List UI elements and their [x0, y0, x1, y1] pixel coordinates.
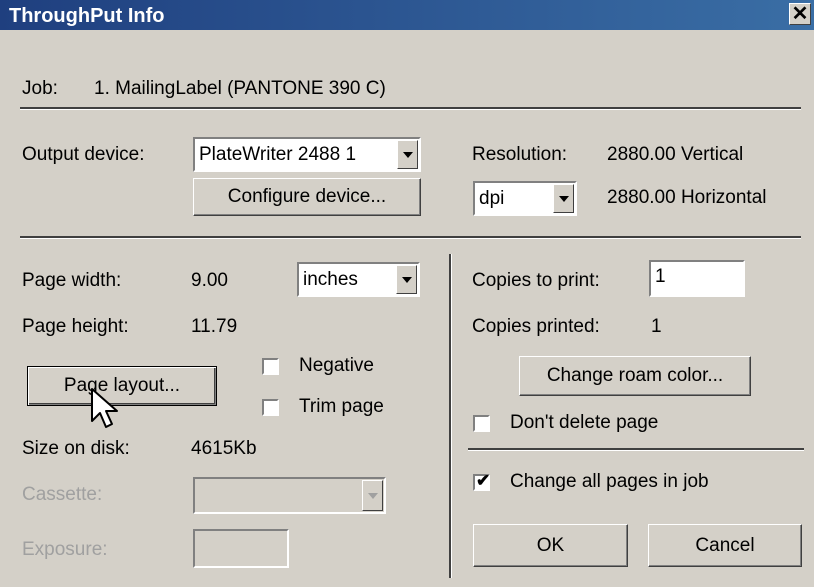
output-device-select[interactable]: PlateWriter 2488 1	[193, 137, 421, 172]
page-height-value: 11.79	[191, 316, 238, 337]
exposure-input[interactable]	[195, 531, 287, 561]
ok-button[interactable]: OK	[473, 524, 628, 567]
mouse-pointer-icon	[91, 388, 118, 428]
separator-middle	[20, 236, 801, 239]
exposure-label: Exposure:	[22, 539, 108, 560]
cancel-button[interactable]: Cancel	[648, 524, 802, 567]
negative-checkbox[interactable]	[262, 358, 279, 375]
chevron-down-icon[interactable]	[396, 265, 417, 294]
window-title: ThroughPut Info	[9, 5, 165, 27]
output-device-label: Output device:	[22, 144, 145, 165]
copies-to-print-label: Copies to print:	[472, 270, 600, 291]
exposure-field[interactable]	[193, 529, 289, 568]
page-height-label: Page height:	[22, 316, 129, 337]
page-unit-select[interactable]: inches	[297, 262, 420, 297]
dont-delete-page-label[interactable]: Don't delete page	[510, 413, 658, 432]
change-all-pages-label[interactable]: Change all pages in job	[510, 472, 709, 491]
resolution-vertical: 2880.00 Vertical	[607, 144, 744, 165]
close-button[interactable]: ✕	[789, 3, 811, 25]
change-roam-color-button[interactable]: Change roam color...	[519, 356, 751, 396]
output-device-value: PlateWriter 2488 1	[199, 144, 357, 165]
chevron-down-icon[interactable]	[362, 480, 383, 511]
job-label: Job:	[22, 78, 58, 99]
change-all-pages-checkbox[interactable]: ✔	[473, 471, 491, 491]
copies-printed-value: 1	[651, 316, 662, 337]
close-icon: ✕	[791, 3, 809, 25]
resolution-label: Resolution:	[472, 144, 568, 165]
checkmark-icon: ✔	[476, 471, 491, 490]
resolution-unit-value: dpi	[479, 188, 505, 209]
page-unit-value: inches	[303, 269, 358, 290]
resolution-horizontal: 2880.00 Horizontal	[607, 187, 767, 208]
job-value: 1. MailingLabel (PANTONE 390 C)	[94, 78, 386, 99]
resolution-unit-select[interactable]: dpi	[473, 181, 577, 216]
title-bar[interactable]: ThroughPut Info ✕	[0, 0, 814, 30]
separator-right	[468, 448, 804, 451]
separator-top	[20, 107, 801, 110]
size-on-disk-label: Size on disk:	[22, 438, 130, 459]
trim-page-label[interactable]: Trim page	[299, 397, 384, 416]
cassette-label: Cassette:	[22, 484, 103, 505]
cassette-select[interactable]	[193, 477, 386, 514]
trim-page-checkbox[interactable]	[262, 399, 279, 416]
chevron-down-icon[interactable]	[397, 140, 418, 169]
page-width-label: Page width:	[22, 270, 122, 291]
configure-device-button[interactable]: Configure device...	[193, 178, 421, 216]
copies-to-print-input[interactable]	[651, 262, 743, 292]
copies-printed-label: Copies printed:	[472, 316, 600, 337]
negative-label[interactable]: Negative	[299, 356, 374, 375]
chevron-down-icon[interactable]	[553, 184, 574, 213]
size-on-disk-value: 4615Kb	[191, 438, 257, 459]
page-width-value: 9.00	[191, 270, 228, 291]
copies-to-print-field[interactable]	[649, 260, 745, 297]
dont-delete-page-checkbox[interactable]	[473, 415, 490, 432]
separator-vertical	[449, 254, 452, 578]
